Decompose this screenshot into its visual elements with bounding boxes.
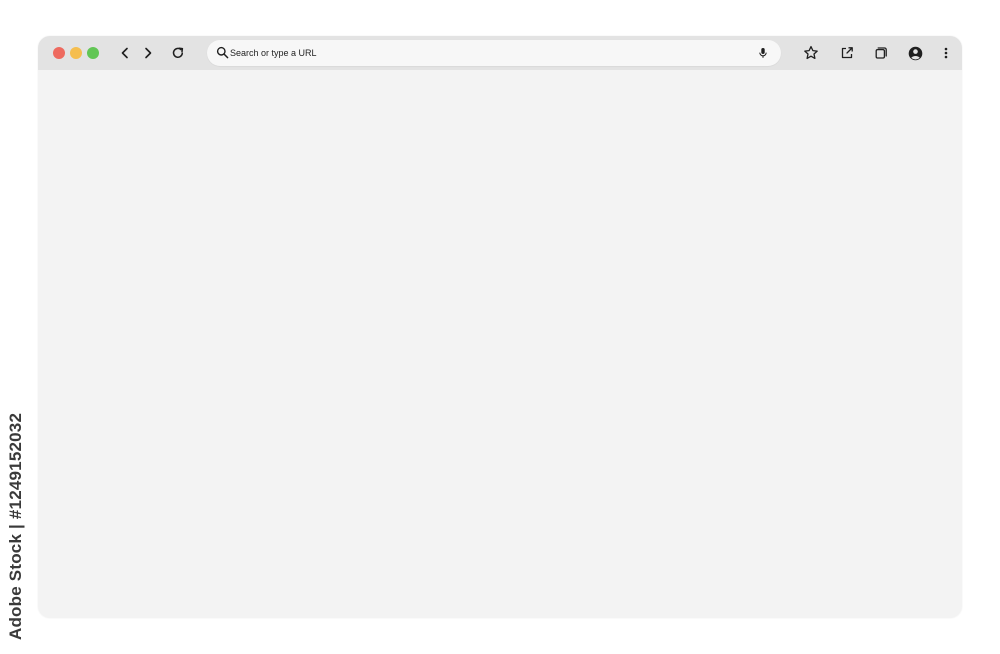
tabs-icon: [875, 47, 887, 59]
tabs-button[interactable]: [869, 41, 893, 65]
forward-button[interactable]: [136, 41, 160, 65]
reload-button[interactable]: [166, 41, 190, 65]
watermark-text: Adobe Stock | #1249152032: [6, 412, 25, 640]
reload-icon: [172, 47, 184, 58]
profile-button[interactable]: [903, 41, 927, 65]
star-icon: [804, 45, 818, 60]
address-bar[interactable]: [207, 40, 781, 66]
browser-window: [38, 36, 962, 618]
chevron-right-icon: [145, 47, 152, 59]
address-input[interactable]: [230, 43, 740, 63]
chevron-left-icon: [121, 47, 128, 59]
window-minimize-button[interactable]: [70, 47, 82, 59]
bookmark-button[interactable]: [799, 41, 823, 65]
window-close-button[interactable]: [53, 47, 65, 59]
menu-button[interactable]: [934, 41, 958, 65]
window-maximize-button[interactable]: [87, 47, 99, 59]
share-icon: [841, 47, 853, 59]
search-icon: [216, 46, 229, 59]
screenshot-stage: Adobe Stock | #1249152032: [0, 0, 1000, 654]
account-icon: [908, 46, 922, 60]
microphone-icon: [759, 48, 767, 58]
browser-toolbar: [38, 36, 962, 70]
more-vertical-icon: [944, 47, 948, 59]
page-content-area: [38, 70, 962, 618]
share-button[interactable]: [835, 41, 859, 65]
back-button[interactable]: [113, 41, 137, 65]
voice-search-button[interactable]: [753, 43, 773, 63]
